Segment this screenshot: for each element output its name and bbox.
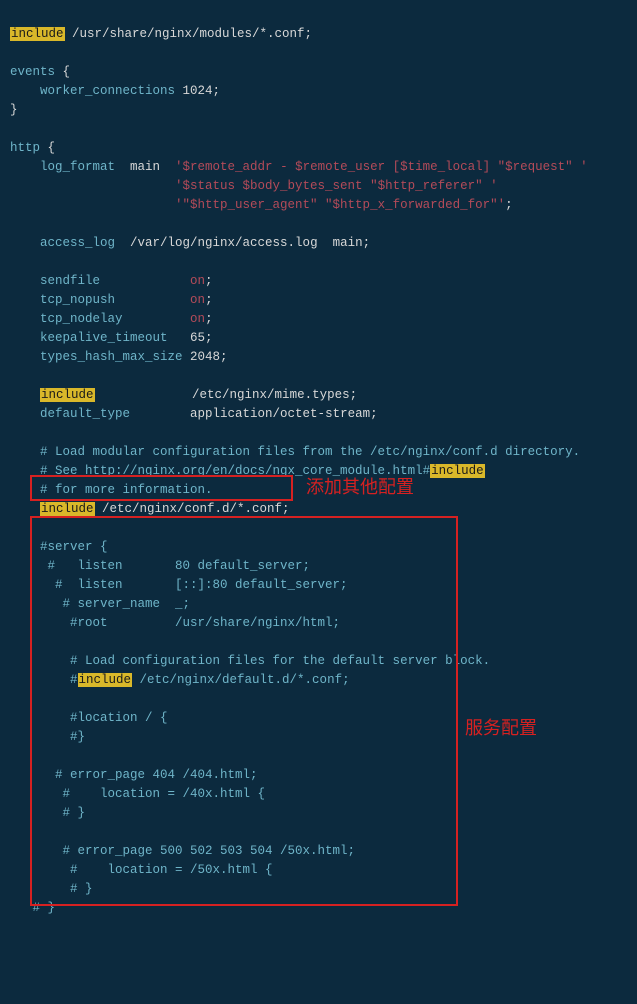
annotation-add-other-config: 添加其他配置 <box>306 478 414 497</box>
tcp-nopush: tcp_nopush <box>10 293 115 307</box>
include-keyword-hl: include <box>10 27 65 41</box>
pad <box>123 312 191 326</box>
line-text: /etc/nginx/mime.types; <box>95 388 358 402</box>
log-format-string: '$remote_addr - $remote_user [$time_loca… <box>175 160 588 174</box>
keepalive-timeout: keepalive_timeout <box>10 331 168 345</box>
worker-connections: worker_connections <box>10 84 175 98</box>
semi: ; <box>505 198 513 212</box>
comment: # listen [::]:80 default_server; <box>10 578 348 592</box>
comment: # server_name _; <box>10 597 190 611</box>
main-name: main <box>115 160 175 174</box>
pad <box>100 274 190 288</box>
comment: # Load modular configuration files from … <box>10 445 580 459</box>
default-type: default_type <box>10 407 130 421</box>
value: 1024; <box>175 84 220 98</box>
sendfile: sendfile <box>10 274 100 288</box>
include-keyword-hl: include <box>40 388 95 402</box>
comment: #} <box>10 730 85 744</box>
comment: # error_page 404 /404.html; <box>10 768 258 782</box>
log-format: log_format <box>10 160 115 174</box>
value: 65; <box>168 331 213 345</box>
pad <box>10 198 175 212</box>
comment: # Load configuration files for the defau… <box>10 654 490 668</box>
semi: ; <box>205 274 213 288</box>
comment: # listen 80 default_server; <box>10 559 310 573</box>
annotation-service-config: 服务配置 <box>465 719 537 738</box>
line-text: application/octet-stream; <box>130 407 378 421</box>
comment: #root /usr/share/nginx/html; <box>10 616 340 630</box>
comment: # error_page 500 502 503 504 /50x.html; <box>10 844 355 858</box>
line-text: /var/log/nginx/access.log main; <box>115 236 370 250</box>
line-text: /usr/share/nginx/modules/*.conf; <box>65 27 313 41</box>
pad <box>10 388 40 402</box>
include-keyword-hl: include <box>430 464 485 478</box>
comment: # } <box>10 806 85 820</box>
comment: #location / { <box>10 711 168 725</box>
include-keyword-hl: include <box>78 673 133 687</box>
comment: # <box>10 673 78 687</box>
on-value: on <box>190 274 205 288</box>
semi: ; <box>205 312 213 326</box>
comment: # location = /50x.html { <box>10 863 273 877</box>
value: 2048; <box>183 350 228 364</box>
log-format-string: '$status $body_bytes_sent "$http_referer… <box>175 179 498 193</box>
tcp-nodelay: tcp_nodelay <box>10 312 123 326</box>
comment: /etc/nginx/default.d/*.conf; <box>132 673 350 687</box>
pad <box>115 293 190 307</box>
events-keyword: events <box>10 65 55 79</box>
comment: # See http://nginx.org/en/docs/ngx_core_… <box>10 464 430 478</box>
log-format-string: '"$http_user_agent" "$http_x_forwarded_f… <box>175 198 505 212</box>
nginx-config-code: include /usr/share/nginx/modules/*.conf;… <box>0 0 637 1004</box>
http-keyword: http <box>10 141 40 155</box>
access-log: access_log <box>10 236 115 250</box>
types-hash-max-size: types_hash_max_size <box>10 350 183 364</box>
on-value: on <box>190 293 205 307</box>
on-value: on <box>190 312 205 326</box>
comment: # location = /40x.html { <box>10 787 265 801</box>
comment: #server { <box>10 540 108 554</box>
include-keyword-hl: include <box>40 502 95 516</box>
pad <box>10 179 175 193</box>
comment: # } <box>10 901 55 915</box>
comment: # for more information. <box>10 483 213 497</box>
comment: # } <box>10 882 93 896</box>
brace: { <box>40 141 55 155</box>
semi: ; <box>205 293 213 307</box>
brace: } <box>10 103 18 117</box>
line-text: /etc/nginx/conf.d/*.conf; <box>95 502 290 516</box>
brace: { <box>55 65 70 79</box>
pad <box>10 502 40 516</box>
